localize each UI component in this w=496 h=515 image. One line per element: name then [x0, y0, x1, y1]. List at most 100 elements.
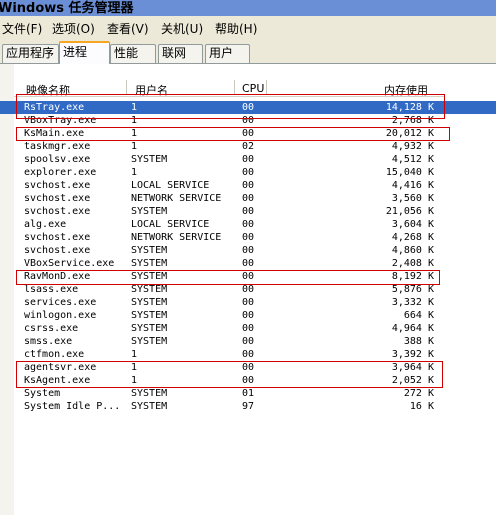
process-memory: 4,416 K — [391, 180, 434, 191]
table-row[interactable]: svchost.exe NETWORK SERVICE 00 3,560 K — [0, 192, 496, 205]
table-row[interactable]: alg.exe LOCAL SERVICE 00 3,604 K — [0, 218, 496, 231]
menu-options[interactable]: 选项(O) — [52, 20, 95, 37]
process-cpu: 00 — [242, 128, 255, 139]
process-name: svchost.exe — [24, 232, 91, 243]
process-memory: 3,332 K — [391, 297, 434, 308]
process-cpu: 00 — [242, 245, 255, 256]
column-header: 映像名称 用户名 CPU 内存使用 — [14, 80, 444, 97]
process-cpu: 00 — [242, 297, 255, 308]
table-row[interactable]: taskmgr.exe 1 02 4,932 K — [0, 140, 496, 153]
process-user: 1 — [131, 115, 138, 126]
column-cpu[interactable]: CPU — [242, 82, 264, 95]
process-cpu: 00 — [242, 375, 255, 386]
table-row[interactable]: winlogon.exe SYSTEM 00 664 K — [0, 309, 496, 322]
table-row[interactable]: VBoxService.exe SYSTEM 00 2,408 K — [0, 257, 496, 270]
table-row[interactable]: agentsvr.exe 1 00 3,964 K — [0, 361, 496, 374]
process-user: SYSTEM — [131, 401, 168, 412]
table-row[interactable]: spoolsv.exe SYSTEM 00 4,512 K — [0, 153, 496, 166]
process-memory: 2,408 K — [391, 258, 434, 269]
table-row[interactable]: RsTray.exe 1 00 14,128 K — [0, 101, 496, 114]
process-name: agentsvr.exe — [24, 362, 97, 373]
menu-shutdown[interactable]: 关机(U) — [161, 20, 203, 37]
process-name: VBoxService.exe — [24, 258, 115, 269]
table-row[interactable]: services.exe SYSTEM 00 3,332 K — [0, 296, 496, 309]
tab-processes[interactable]: 进程 — [59, 41, 110, 64]
process-user: 1 — [131, 141, 138, 152]
column-divider[interactable] — [126, 80, 127, 95]
tab-users[interactable]: 用户 — [205, 44, 250, 63]
table-row[interactable]: System SYSTEM 01 272 K — [0, 387, 496, 400]
process-memory: 8,192 K — [391, 271, 434, 282]
tab-applications[interactable]: 应用程序 — [2, 44, 59, 63]
column-image-name[interactable]: 映像名称 — [26, 82, 70, 98]
process-user: NETWORK SERVICE — [131, 193, 222, 204]
tab-networking[interactable]: 联网 — [158, 44, 203, 63]
process-cpu: 00 — [242, 167, 255, 178]
table-row[interactable]: svchost.exe SYSTEM 00 21,056 K — [0, 205, 496, 218]
process-name: csrss.exe — [24, 323, 79, 334]
title-bar[interactable]: Windows 任务管理器 — [0, 0, 496, 16]
process-cpu: 01 — [242, 388, 255, 399]
process-memory: 4,932 K — [391, 141, 434, 152]
process-name: alg.exe — [24, 219, 67, 230]
process-user: LOCAL SERVICE — [131, 219, 210, 230]
process-name: svchost.exe — [24, 193, 91, 204]
process-cpu: 00 — [242, 258, 255, 269]
process-user: SYSTEM — [131, 206, 168, 217]
process-name: KsMain.exe — [24, 128, 85, 139]
table-row[interactable]: svchost.exe LOCAL SERVICE 00 4,416 K — [0, 179, 496, 192]
process-name: VBoxTray.exe — [24, 115, 97, 126]
process-user: 1 — [131, 375, 138, 386]
process-user: SYSTEM — [131, 245, 168, 256]
process-name: System Idle P... — [24, 401, 121, 412]
table-row[interactable]: svchost.exe NETWORK SERVICE 00 4,268 K — [0, 231, 496, 244]
process-name: RsTray.exe — [24, 102, 85, 113]
table-row[interactable]: RavMonD.exe SYSTEM 00 8,192 K — [0, 270, 496, 283]
process-name: explorer.exe — [24, 167, 97, 178]
table-row[interactable]: ctfmon.exe 1 00 3,392 K — [0, 348, 496, 361]
process-user: SYSTEM — [131, 271, 168, 282]
table-row[interactable]: svchost.exe SYSTEM 00 4,860 K — [0, 244, 496, 257]
process-name: services.exe — [24, 297, 97, 308]
table-row[interactable]: VBoxTray.exe 1 00 2,768 K — [0, 114, 496, 127]
table-row[interactable]: KsMain.exe 1 00 20,012 K — [0, 127, 496, 140]
process-memory: 3,604 K — [391, 219, 434, 230]
menu-bar: 文件(F) 选项(O) 查看(V) 关机(U) 帮助(H) — [0, 16, 496, 38]
process-memory: 3,560 K — [391, 193, 434, 204]
menu-file[interactable]: 文件(F) — [2, 20, 42, 37]
process-memory: 388 K — [403, 336, 434, 347]
process-user: 1 — [131, 128, 138, 139]
table-row[interactable]: System Idle P... SYSTEM 97 16 K — [0, 400, 496, 413]
menu-view[interactable]: 查看(V) — [107, 20, 149, 37]
process-cpu: 00 — [242, 284, 255, 295]
column-user-name[interactable]: 用户名 — [135, 82, 168, 98]
process-memory: 15,040 K — [385, 167, 434, 178]
table-row[interactable]: csrss.exe SYSTEM 00 4,964 K — [0, 322, 496, 335]
table-row[interactable]: smss.exe SYSTEM 00 388 K — [0, 335, 496, 348]
process-user: SYSTEM — [131, 323, 168, 334]
process-user: 1 — [131, 362, 138, 373]
process-memory: 20,012 K — [385, 128, 434, 139]
process-user: 1 — [131, 167, 138, 178]
process-name: lsass.exe — [24, 284, 79, 295]
process-cpu: 97 — [242, 401, 255, 412]
process-cpu: 00 — [242, 349, 255, 360]
column-divider[interactable] — [234, 80, 235, 95]
process-user: NETWORK SERVICE — [131, 232, 222, 243]
column-divider[interactable] — [266, 80, 267, 95]
process-memory: 664 K — [403, 310, 434, 321]
process-cpu: 00 — [242, 154, 255, 165]
column-memory[interactable]: 内存使用 — [384, 82, 428, 98]
table-row[interactable]: KsAgent.exe 1 00 2,052 K — [0, 374, 496, 387]
process-user: 1 — [131, 349, 138, 360]
process-memory: 4,860 K — [391, 245, 434, 256]
process-user: SYSTEM — [131, 388, 168, 399]
process-cpu: 00 — [242, 323, 255, 334]
table-row[interactable]: explorer.exe 1 00 15,040 K — [0, 166, 496, 179]
process-name: svchost.exe — [24, 206, 91, 217]
process-user: 1 — [131, 102, 138, 113]
process-cpu: 00 — [242, 336, 255, 347]
table-row[interactable]: lsass.exe SYSTEM 00 5,876 K — [0, 283, 496, 296]
menu-help[interactable]: 帮助(H) — [215, 20, 257, 37]
tab-performance[interactable]: 性能 — [110, 44, 156, 63]
